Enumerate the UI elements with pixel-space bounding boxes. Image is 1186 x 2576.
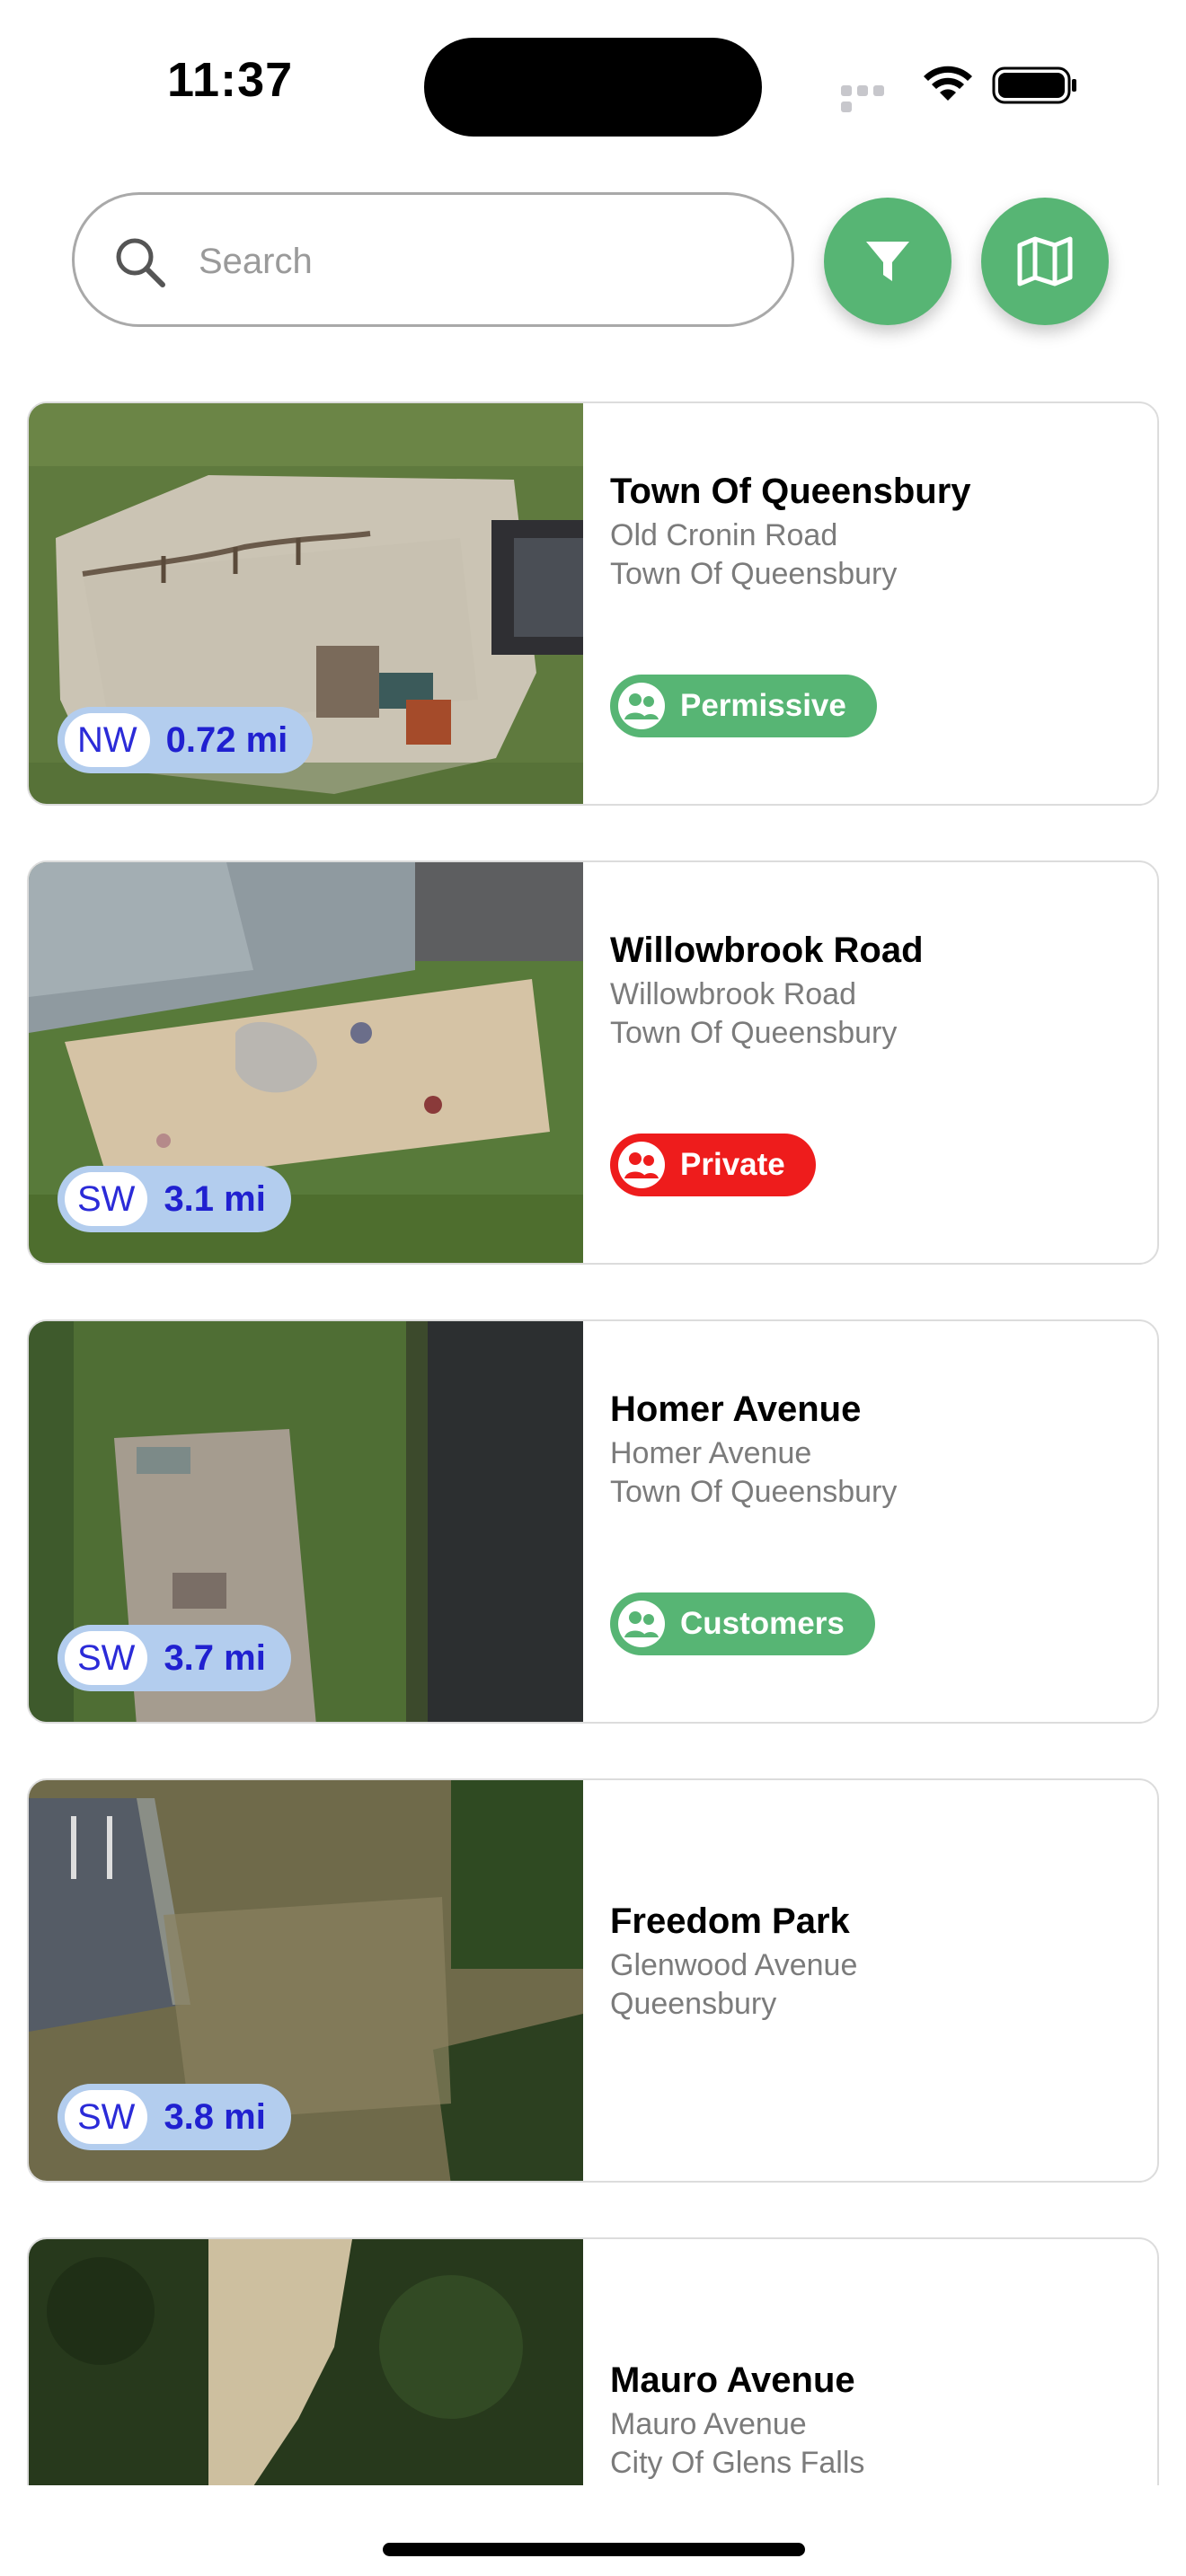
place-info: Willowbrook Road Willowbrook Road Town O… xyxy=(610,862,1131,1263)
home-indicator[interactable] xyxy=(383,2543,805,2556)
filter-button[interactable] xyxy=(824,198,951,325)
distance-label: 3.7 mi xyxy=(164,1637,266,1678)
map-button[interactable] xyxy=(981,198,1109,325)
direction-label: SW xyxy=(65,1172,148,1226)
place-name: Homer Avenue xyxy=(610,1389,862,1429)
aerial-thumbnail: SW 3.1 mi xyxy=(29,862,583,1263)
people-icon xyxy=(618,683,665,729)
place-name: Town Of Queensbury xyxy=(610,472,971,511)
distance-label: 0.72 mi xyxy=(165,719,288,760)
access-label: Permissive xyxy=(680,688,846,723)
map-icon xyxy=(1017,236,1073,287)
access-badge: Private xyxy=(610,1134,816,1196)
place-locality: Queensbury xyxy=(610,1987,777,2021)
people-icon xyxy=(618,1142,665,1188)
place-info: Town Of Queensbury Old Cronin Road Town … xyxy=(610,403,1131,804)
place-card[interactable]: NW 0.72 mi Town Of Queensbury Old Cronin… xyxy=(27,401,1159,806)
direction-label: NW xyxy=(65,713,150,767)
aerial-thumbnail: SW 3.7 mi xyxy=(29,1321,583,1722)
distance-label: 3.1 mi xyxy=(164,1178,266,1219)
direction-label: SW xyxy=(65,1631,148,1685)
place-street: Mauro Avenue xyxy=(610,2407,807,2441)
access-label: Private xyxy=(680,1147,785,1182)
place-card[interactable]: SW 3.7 mi Homer Avenue Homer Avenue Town… xyxy=(27,1319,1159,1724)
filter-icon xyxy=(866,242,909,281)
search-input[interactable] xyxy=(197,231,757,292)
place-info: Mauro Avenue Mauro Avenue City Of Glens … xyxy=(610,2239,1131,2485)
battery-icon xyxy=(992,66,1076,104)
direction-label: SW xyxy=(65,2090,148,2144)
people-icon xyxy=(618,1601,665,1647)
place-info: Freedom Park Glenwood Avenue Queensbury xyxy=(610,1780,1131,2181)
place-name: Mauro Avenue xyxy=(610,2360,855,2400)
distance-badge: SW 3.1 mi xyxy=(58,1166,291,1232)
access-badge: Customers xyxy=(610,1592,875,1655)
place-street: Glenwood Avenue xyxy=(610,1948,858,1982)
search-icon xyxy=(116,238,165,287)
place-card[interactable]: SW 3.8 mi Freedom Park Glenwood Avenue Q… xyxy=(27,1778,1159,2183)
place-info: Homer Avenue Homer Avenue Town Of Queens… xyxy=(610,1321,1131,1722)
distance-badge: NW 0.72 mi xyxy=(58,707,314,773)
distance-badge: SW 3.8 mi xyxy=(58,2084,291,2150)
status-bar: 11:37 xyxy=(0,0,1186,171)
place-locality: Town Of Queensbury xyxy=(610,557,898,591)
place-name: Willowbrook Road xyxy=(610,931,924,970)
aerial-thumbnail xyxy=(29,2239,583,2485)
cellular-signal-icon xyxy=(841,84,904,112)
place-street: Homer Avenue xyxy=(610,1436,812,1470)
distance-label: 3.8 mi xyxy=(164,2096,266,2137)
aerial-thumbnail: NW 0.72 mi xyxy=(29,403,583,804)
distance-badge: SW 3.7 mi xyxy=(58,1625,291,1691)
place-locality: Town Of Queensbury xyxy=(610,1016,898,1050)
dynamic-island xyxy=(424,38,762,137)
place-street: Old Cronin Road xyxy=(610,518,838,552)
search-bar[interactable] xyxy=(72,192,794,327)
wifi-icon xyxy=(924,66,972,101)
aerial-thumbnail: SW 3.8 mi xyxy=(29,1780,583,2181)
place-card[interactable]: Mauro Avenue Mauro Avenue City Of Glens … xyxy=(27,2237,1159,2485)
access-label: Customers xyxy=(680,1606,845,1641)
access-badge: Permissive xyxy=(610,675,877,737)
place-name: Freedom Park xyxy=(610,1901,850,1941)
place-locality: Town Of Queensbury xyxy=(610,1475,898,1509)
place-card[interactable]: SW 3.1 mi Willowbrook Road Willowbrook R… xyxy=(27,860,1159,1265)
places-list[interactable]: NW 0.72 mi Town Of Queensbury Old Cronin… xyxy=(0,401,1186,2485)
place-street: Willowbrook Road xyxy=(610,977,856,1011)
status-time: 11:37 xyxy=(167,53,294,107)
place-locality: City Of Glens Falls xyxy=(610,2446,865,2480)
